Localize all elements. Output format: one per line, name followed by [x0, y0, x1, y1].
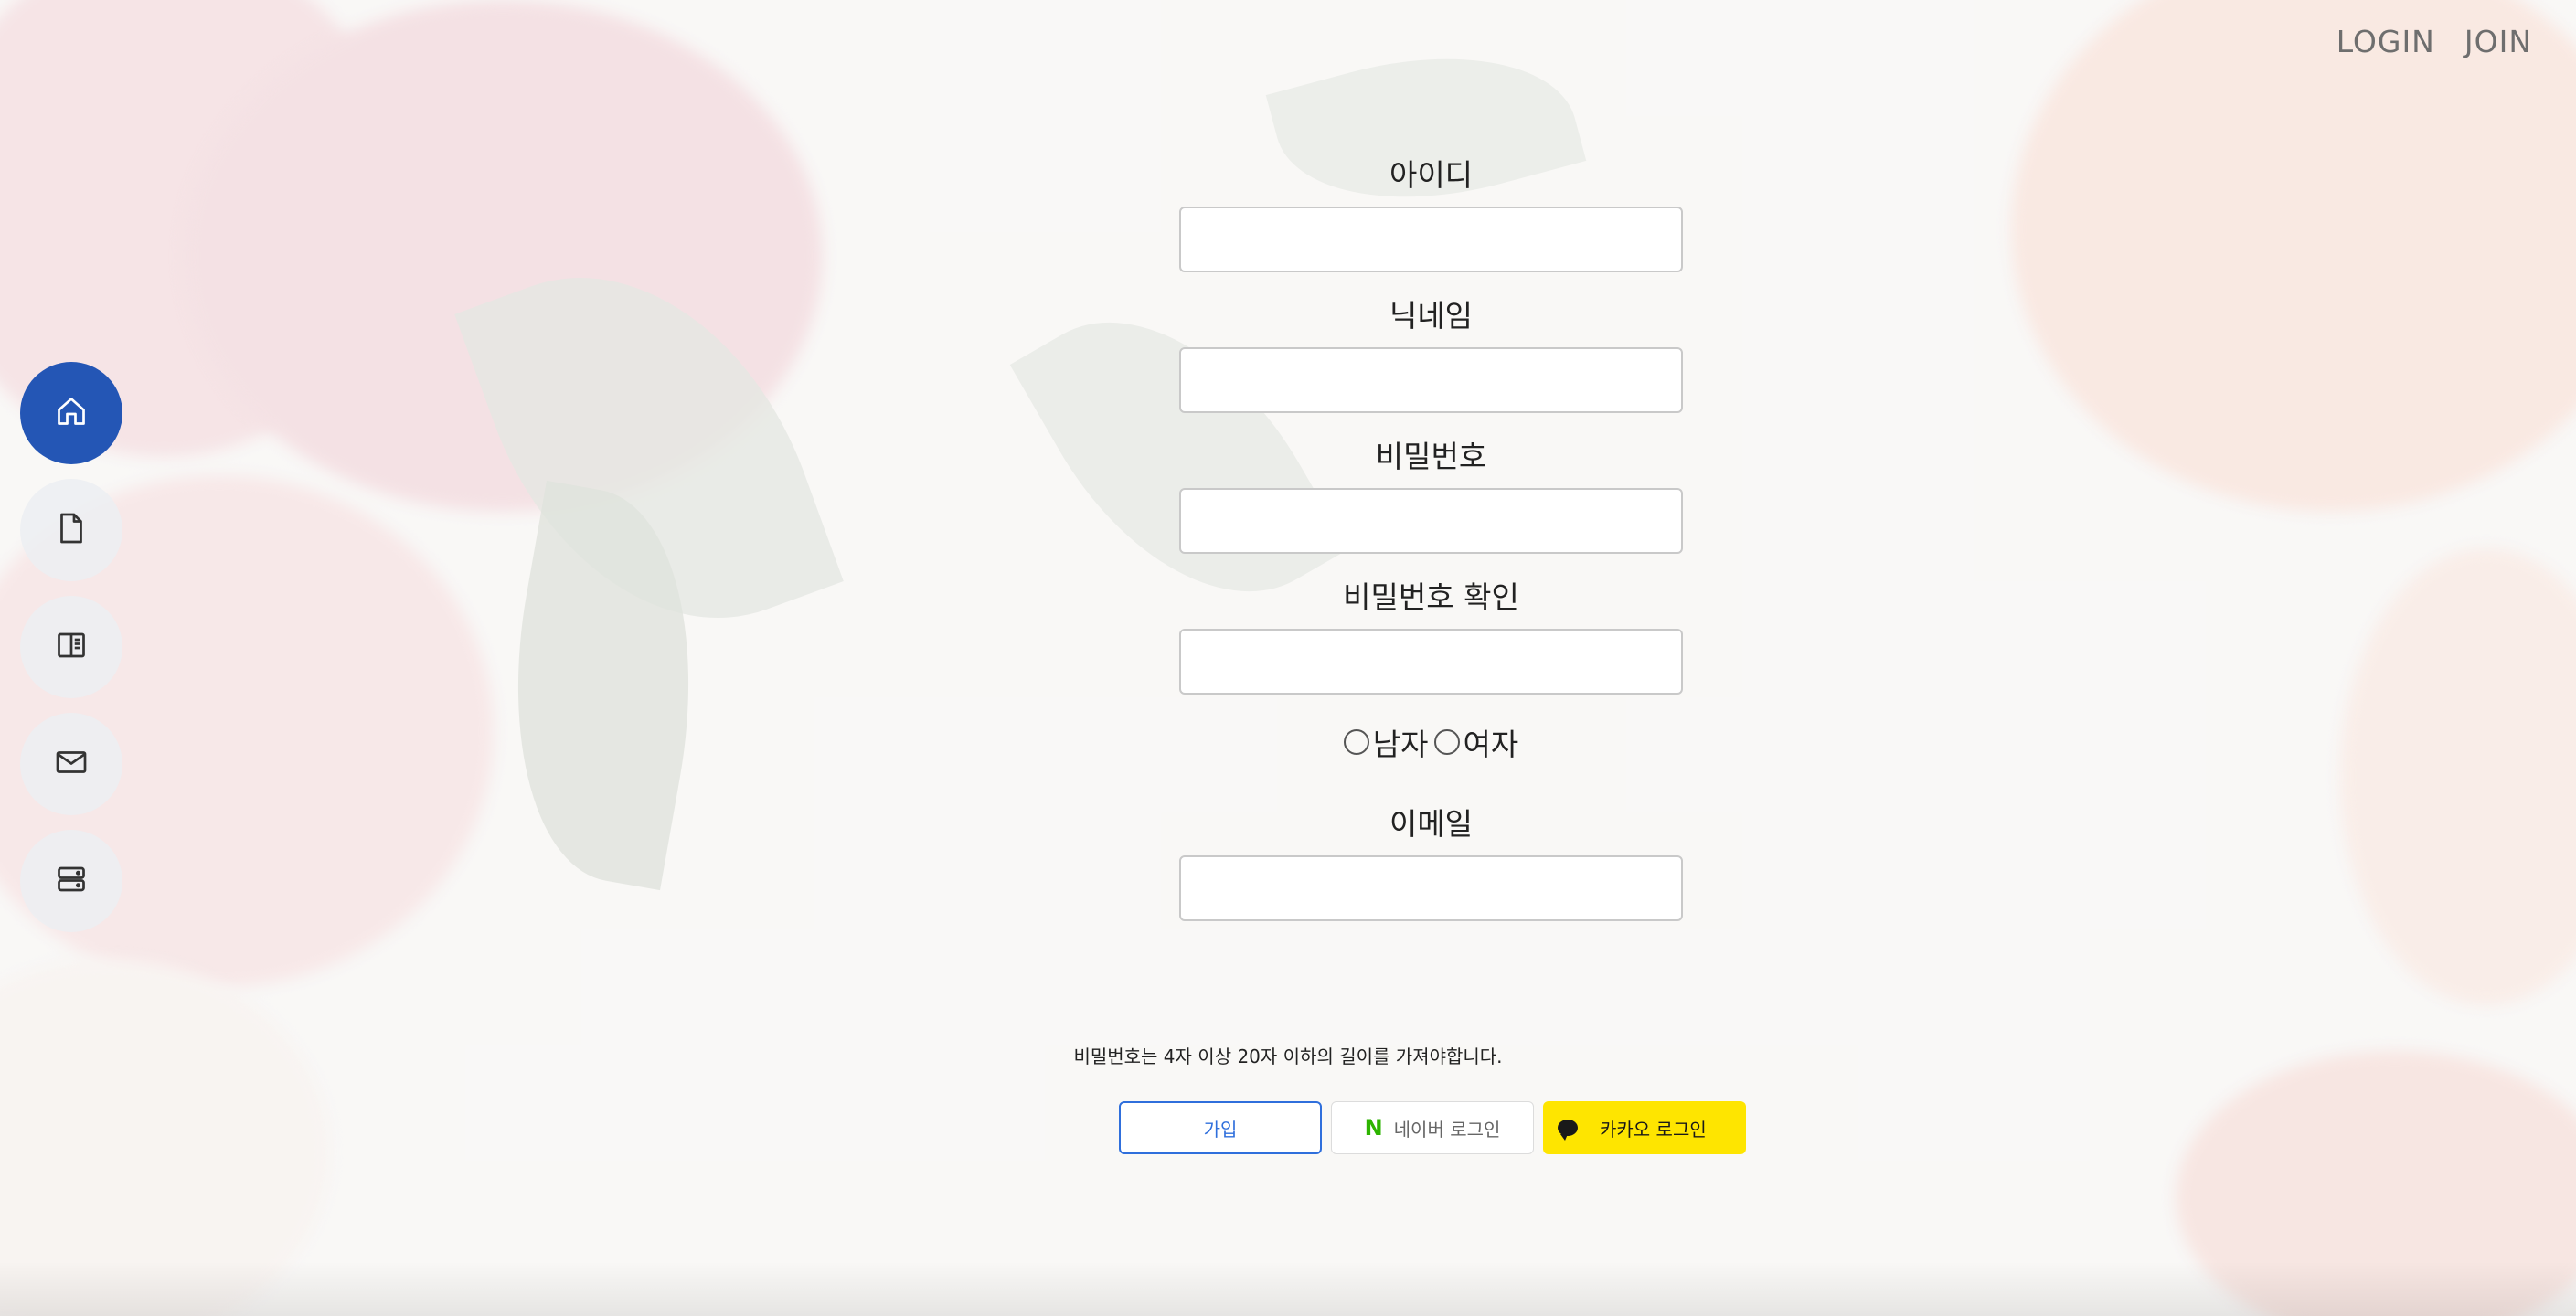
top-nav: LOGIN JOIN: [2336, 24, 2532, 59]
naver-login-label: 네이버 로그인: [1393, 1118, 1501, 1141]
nickname-input[interactable]: [1179, 347, 1683, 413]
join-link[interactable]: JOIN: [2464, 24, 2532, 59]
sidebar: [20, 362, 122, 932]
id-input[interactable]: [1179, 207, 1683, 272]
sidebar-item-home[interactable]: [20, 362, 122, 464]
gender-male-radio[interactable]: [1343, 729, 1369, 755]
gender-female-label: 여자: [1463, 727, 1519, 762]
book-icon: [55, 629, 88, 665]
password-input[interactable]: [1179, 488, 1683, 554]
kakao-login-label: 카카오 로그인: [1600, 1118, 1707, 1141]
login-link[interactable]: LOGIN: [2336, 24, 2435, 59]
document-icon: [55, 512, 88, 548]
server-icon: [55, 863, 88, 899]
password-label: 비밀번호: [1375, 439, 1487, 474]
mail-icon: [55, 746, 88, 782]
kakao-chat-icon: [1558, 1120, 1578, 1141]
password-confirm-label: 비밀번호 확인: [1343, 579, 1519, 615]
naver-login-button[interactable]: N 네이버 로그인: [1331, 1101, 1534, 1154]
kakao-login-button[interactable]: 카카오 로그인: [1543, 1101, 1746, 1154]
nickname-label: 닉네임: [1389, 298, 1474, 334]
action-buttons: 가입 N 네이버 로그인 카카오 로그인: [1119, 1101, 1746, 1154]
email-label: 이메일: [1389, 806, 1474, 842]
sidebar-item-mail[interactable]: [20, 713, 122, 815]
join-button[interactable]: 가입: [1119, 1101, 1322, 1154]
sidebar-item-document[interactable]: [20, 479, 122, 581]
password-hint: 비밀번호는 4자 이상 20자 이하의 길이를 가져야합니다.: [1073, 1045, 1503, 1067]
gender-male-label: 남자: [1372, 727, 1429, 762]
gender-female-option[interactable]: 여자: [1433, 720, 1519, 764]
gender-female-radio[interactable]: [1433, 729, 1460, 755]
password-confirm-input[interactable]: [1179, 629, 1683, 695]
sidebar-item-book[interactable]: [20, 596, 122, 698]
home-icon: [55, 395, 88, 431]
bottom-shade: [0, 1261, 2576, 1316]
naver-logo-icon: N: [1364, 1115, 1383, 1141]
id-label: 아이디: [1389, 157, 1474, 193]
signup-form: 아이디 닉네임 비밀번호 비밀번호 확인 남자 여자 이메일: [1177, 154, 1685, 943]
gender-radio-group: 남자 여자: [1343, 720, 1519, 764]
gender-male-option[interactable]: 남자: [1343, 720, 1429, 764]
sidebar-item-server[interactable]: [20, 830, 122, 932]
email-input[interactable]: [1179, 855, 1683, 921]
